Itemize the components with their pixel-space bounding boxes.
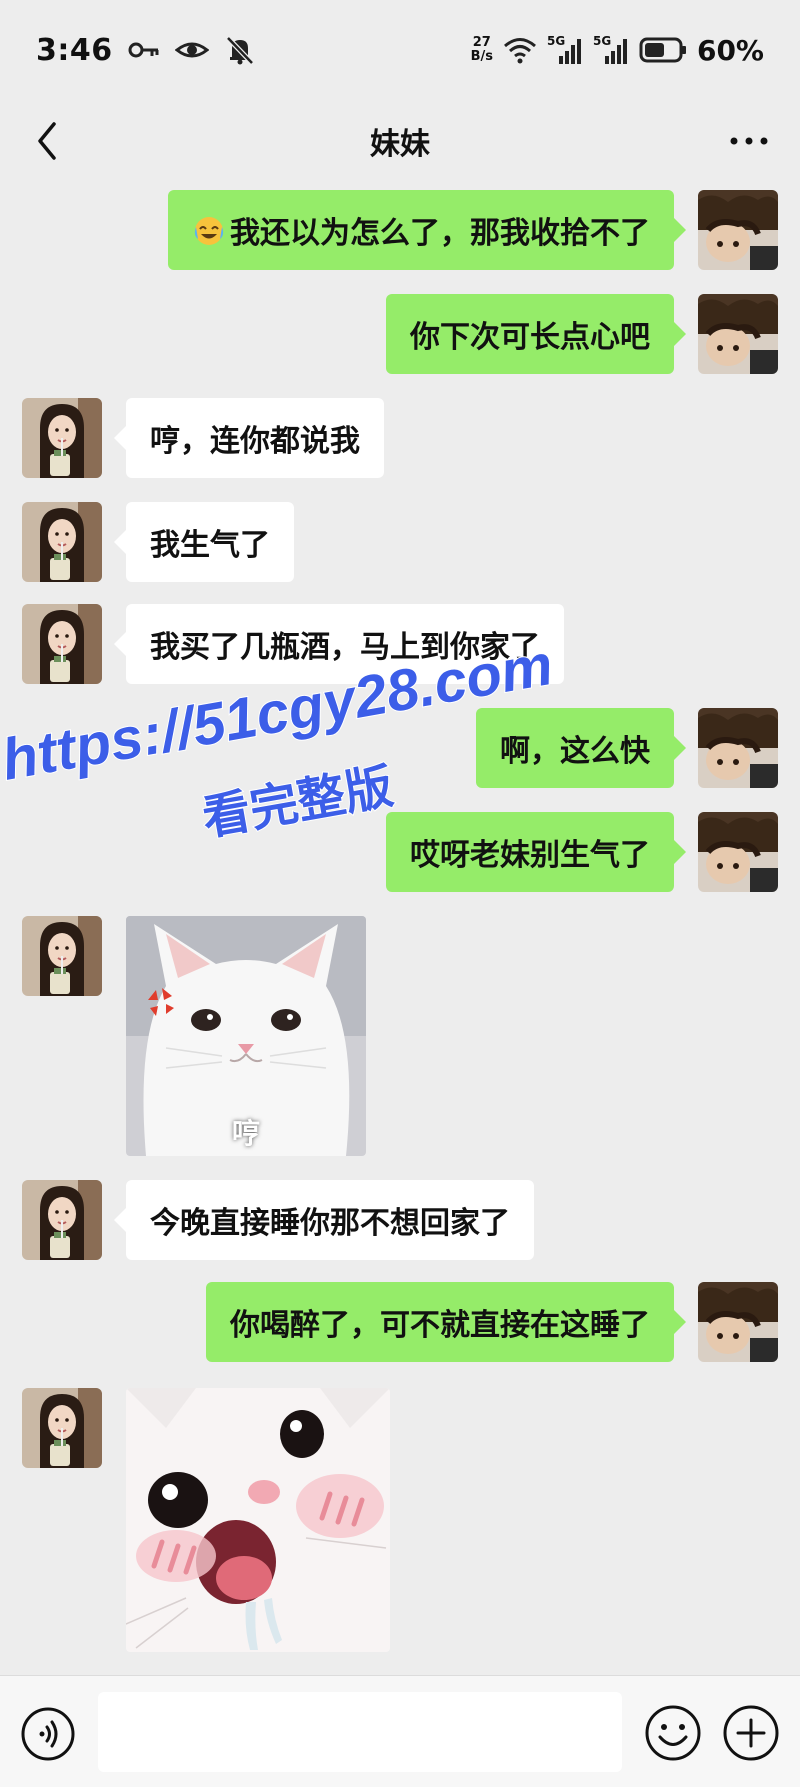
cell-signal-2-label: 5G — [592, 34, 612, 48]
status-left: 3:46 — [36, 33, 257, 68]
network-speed: 27 B/s — [471, 36, 493, 64]
avatar[interactable] — [698, 1282, 778, 1362]
message-row: 今晚直接睡你那不想回家了 — [0, 1180, 800, 1260]
message-row: 哎呀老妹别生气了 — [0, 812, 800, 892]
avatar[interactable] — [22, 1388, 102, 1468]
mute-bell-icon — [225, 36, 254, 65]
message-row: 你下次可长点心吧 — [0, 294, 800, 374]
status-bar: 3:46 27 B/s 5G 5G 60% — [0, 0, 800, 100]
network-speed-value: 27 — [472, 35, 491, 50]
wifi-icon — [503, 38, 536, 64]
chat-message-list[interactable]: 我还以为怎么了，那我收拾不了 你下次可长点心吧 哼，连你都说我 我生气了 我买了… — [0, 182, 800, 1675]
message-row: 哼，连你都说我 — [0, 398, 800, 478]
message-text: 你喝醉了，可不就直接在这睡了 — [230, 1308, 650, 1343]
message-bubble[interactable]: 我买了几瓶酒，马上到你家了 — [114, 604, 564, 684]
voice-input-icon[interactable] — [20, 1706, 76, 1762]
message-text: 哼，连你都说我 — [150, 424, 360, 459]
message-bubble[interactable]: 我生气了 — [114, 502, 294, 582]
avatar[interactable] — [698, 294, 778, 374]
message-row: 啊，这么快 — [0, 708, 800, 788]
message-text: 啊，这么快 — [500, 734, 650, 769]
avatar[interactable] — [698, 190, 778, 270]
plus-icon[interactable] — [722, 1704, 780, 1762]
more-options-icon[interactable] — [726, 118, 772, 164]
message-text: 我生气了 — [150, 528, 270, 563]
avatar[interactable] — [698, 708, 778, 788]
avatar[interactable] — [22, 398, 102, 478]
message-row: 你喝醉了，可不就直接在这睡了 — [0, 1282, 800, 1362]
message-input[interactable] — [98, 1692, 622, 1772]
message-row: 哼 — [0, 916, 800, 1156]
status-time: 3:46 — [36, 32, 113, 68]
avatar[interactable] — [698, 812, 778, 892]
message-row: 我还以为怎么了，那我收拾不了 — [0, 190, 800, 270]
status-right: 27 B/s 5G 5G 60% — [471, 34, 764, 67]
chat-header: 妹妹 — [0, 100, 800, 182]
message-text: 今晚直接睡你那不想回家了 — [150, 1206, 510, 1241]
chat-title: 妹妹 — [370, 127, 430, 162]
key-icon — [128, 42, 159, 58]
cell-signal-1-label: 5G — [546, 34, 566, 48]
angry-cat-sticker[interactable]: 哼 — [126, 916, 366, 1156]
laughing-crying-emoji-icon — [194, 217, 224, 245]
cell-signal-1: 5G — [546, 34, 583, 64]
network-speed-unit: B/s — [470, 49, 493, 64]
emoji-icon[interactable] — [644, 1704, 702, 1762]
message-text: 我买了几瓶酒，马上到你家了 — [150, 630, 540, 665]
cell-signal-2: 5G — [592, 34, 629, 64]
message-text: 你下次可长点心吧 — [410, 320, 650, 355]
chat-input-bar — [0, 1675, 800, 1787]
message-bubble[interactable]: 哼，连你都说我 — [114, 398, 384, 478]
message-row: 我生气了 — [0, 502, 800, 582]
message-bubble[interactable]: 啊，这么快 — [476, 708, 686, 788]
sticker-caption: 哼 — [231, 1117, 260, 1150]
back-chevron-icon[interactable] — [28, 114, 68, 168]
message-bubble[interactable]: 我还以为怎么了，那我收拾不了 — [168, 190, 686, 270]
message-bubble[interactable]: 哎呀老妹别生气了 — [386, 812, 686, 892]
message-row — [0, 1388, 800, 1652]
avatar[interactable] — [22, 1180, 102, 1260]
battery-percent: 60% — [696, 33, 764, 67]
message-text: 哎呀老妹别生气了 — [410, 838, 650, 873]
message-bubble[interactable]: 今晚直接睡你那不想回家了 — [114, 1180, 534, 1260]
drooling-white-cat-image — [126, 1388, 390, 1652]
avatar[interactable] — [22, 916, 102, 996]
message-row: 我买了几瓶酒，马上到你家了 — [0, 604, 800, 684]
avatar[interactable] — [22, 502, 102, 582]
eye-icon — [174, 42, 209, 58]
message-bubble[interactable]: 你喝醉了，可不就直接在这睡了 — [206, 1282, 686, 1362]
message-bubble[interactable]: 你下次可长点心吧 — [386, 294, 686, 374]
avatar[interactable] — [22, 604, 102, 684]
drooling-cat-sticker[interactable] — [126, 1388, 390, 1652]
message-text: 我还以为怎么了，那我收拾不了 — [230, 216, 650, 251]
battery-icon — [639, 37, 686, 63]
